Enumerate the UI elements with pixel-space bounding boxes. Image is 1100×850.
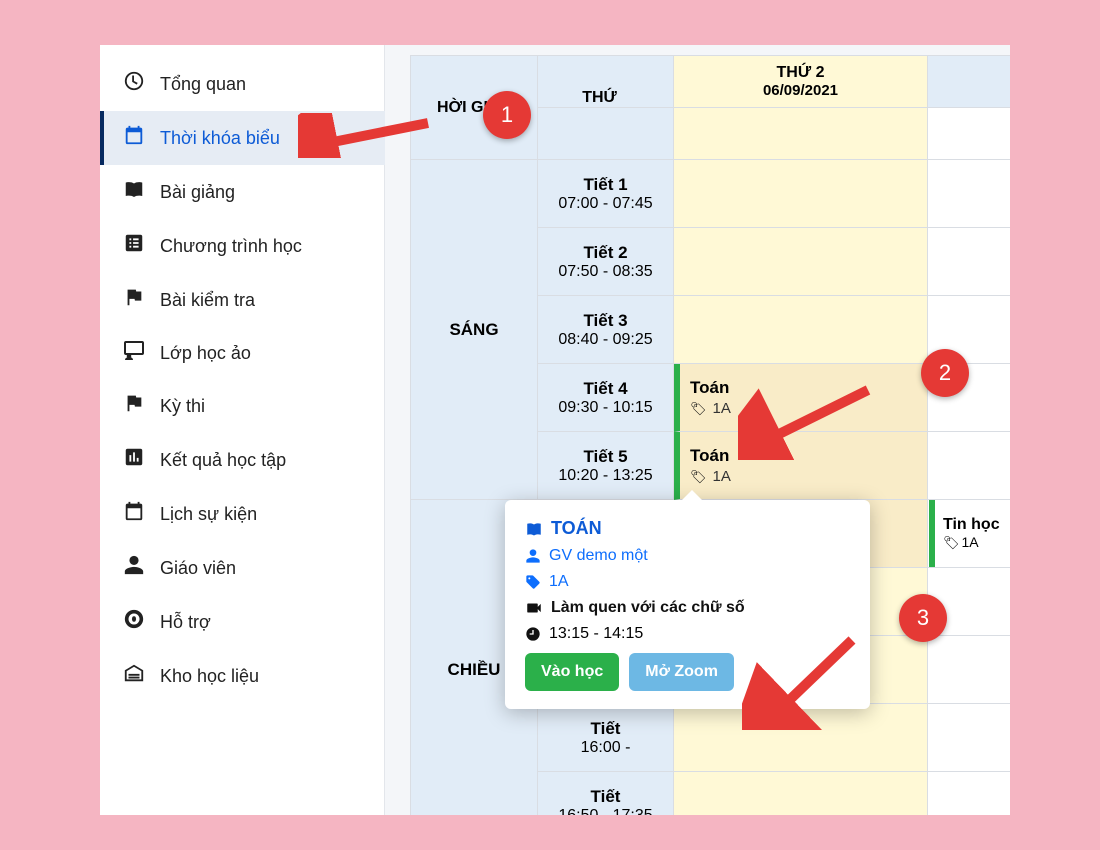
slot-empty[interactable] xyxy=(674,160,928,228)
slot-empty[interactable] xyxy=(674,228,928,296)
sidebar: Tổng quan Thời khóa biểu Bài giảng Chươn… xyxy=(100,45,385,815)
sidebar-label: Giáo viên xyxy=(160,558,236,579)
arrow-icon xyxy=(298,113,438,158)
virtual-class-icon xyxy=(122,340,146,366)
video-icon xyxy=(525,601,543,615)
person-icon xyxy=(122,554,146,582)
chart-icon xyxy=(122,446,146,474)
class-slot-tinhoc: Tin học 1A xyxy=(929,500,1009,567)
empty-cell xyxy=(674,108,928,160)
callout-1: 1 xyxy=(483,91,531,139)
sidebar-label: Hỗ trợ xyxy=(160,612,211,633)
slot-empty xyxy=(928,704,1010,772)
calendar-icon xyxy=(122,124,146,152)
tag-icon xyxy=(690,468,709,485)
calendar-icon xyxy=(122,500,146,528)
sidebar-item-exams[interactable]: Kỳ thi xyxy=(100,379,385,433)
slot-empty xyxy=(928,432,1010,500)
book-icon xyxy=(122,178,146,206)
callout-3: 3 xyxy=(899,594,947,642)
slot-empty xyxy=(928,636,1010,704)
user-icon xyxy=(525,548,541,564)
sidebar-label: Thời khóa biểu xyxy=(160,128,280,149)
sidebar-label: Bài kiểm tra xyxy=(160,290,255,311)
sidebar-label: Bài giảng xyxy=(160,182,235,203)
sidebar-label: Kỳ thi xyxy=(160,396,205,417)
book-icon xyxy=(525,520,543,538)
slot-empty xyxy=(928,160,1010,228)
period-label: Tiết 5 10:20 - 13:25 xyxy=(538,432,674,500)
slot-empty xyxy=(928,772,1010,815)
sidebar-item-overview[interactable]: Tổng quan xyxy=(100,57,385,111)
callout-2: 2 xyxy=(921,349,969,397)
sidebar-item-support[interactable]: Hỗ trợ xyxy=(100,595,385,649)
arrow-icon xyxy=(738,380,878,460)
clock-icon xyxy=(525,626,541,642)
popover-subject: TOÁN xyxy=(525,518,850,539)
session-morning: SÁNG xyxy=(411,160,538,500)
period-label: Tiết 2 07:50 - 08:35 xyxy=(538,228,674,296)
popover-teacher[interactable]: GV demo một xyxy=(525,547,850,565)
tag-icon xyxy=(943,534,962,550)
period-label: Tiết 1 07:00 - 07:45 xyxy=(538,160,674,228)
sidebar-item-tests[interactable]: Bài kiểm tra xyxy=(100,273,385,327)
day-header: THỨ 2 06/09/2021 xyxy=(674,56,928,108)
flag-icon xyxy=(122,392,146,420)
support-icon xyxy=(122,608,146,636)
slot-empty[interactable] xyxy=(674,772,928,815)
period-label: Tiết 16:50 - 17:35 xyxy=(538,772,674,815)
sidebar-label: Lịch sự kiện xyxy=(160,504,257,525)
list-icon xyxy=(122,232,146,260)
sidebar-item-library[interactable]: Kho học liệu xyxy=(100,649,385,703)
sidebar-item-events[interactable]: Lịch sự kiện xyxy=(100,487,385,541)
sidebar-item-lectures[interactable]: Bài giảng xyxy=(100,165,385,219)
sidebar-item-curriculum[interactable]: Chương trình học xyxy=(100,219,385,273)
flag-icon xyxy=(122,286,146,314)
enter-class-button[interactable]: Vào học xyxy=(525,653,619,691)
slot-tinhoc[interactable]: Tin học 1A xyxy=(928,500,1010,568)
empty-header xyxy=(538,108,674,160)
slot-empty[interactable] xyxy=(674,296,928,364)
tag-icon xyxy=(525,574,541,590)
empty-cell xyxy=(928,108,1010,160)
dashboard-icon xyxy=(122,70,146,98)
period-label: Tiết 16:00 - xyxy=(538,704,674,772)
period-label: Tiết 3 08:40 - 09:25 xyxy=(538,296,674,364)
sidebar-item-teachers[interactable]: Giáo viên xyxy=(100,541,385,595)
sidebar-label: Chương trình học xyxy=(160,236,302,257)
sidebar-label: Kết quả học tập xyxy=(160,450,286,471)
day-generic-header: THỨ xyxy=(538,56,674,108)
sidebar-label: Tổng quan xyxy=(160,74,246,95)
tag-icon xyxy=(690,400,709,417)
arrow-icon xyxy=(742,630,862,730)
sidebar-item-results[interactable]: Kết quả học tập xyxy=(100,433,385,487)
sidebar-label: Lớp học ảo xyxy=(160,343,251,364)
sidebar-label: Kho học liệu xyxy=(160,666,259,687)
storage-icon xyxy=(122,662,146,690)
popover-room[interactable]: 1A xyxy=(525,573,850,591)
open-zoom-button[interactable]: Mở Zoom xyxy=(629,653,734,691)
popover-lesson: Làm quen với các chữ số xyxy=(525,599,850,617)
extra-header xyxy=(928,56,1010,108)
period-label: Tiết 4 09:30 - 10:15 xyxy=(538,364,674,432)
slot-empty xyxy=(928,228,1010,296)
sidebar-item-virtual-class[interactable]: Lớp học ảo xyxy=(100,327,385,379)
